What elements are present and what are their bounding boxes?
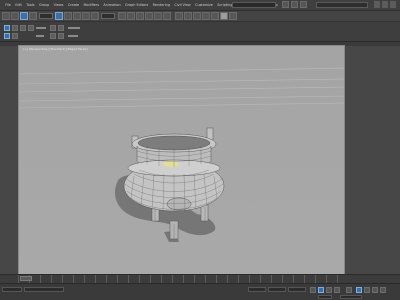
app-window: File Edit Tools Group Views Create Modif…: [0, 0, 400, 300]
ribbon-paint-icon[interactable]: [28, 25, 34, 31]
menu-right-icons: [282, 1, 307, 8]
menu-tools[interactable]: Tools: [24, 0, 37, 10]
ribbon-geometry-icon[interactable]: [12, 33, 18, 39]
z-coordinate-field[interactable]: [288, 287, 306, 292]
ribbon-label: [36, 35, 44, 37]
command-panel-area: [345, 47, 400, 274]
viewport-label[interactable]: [+] [Perspective] [Standard] [Edged Face…: [23, 47, 88, 51]
ribbon-label: [36, 27, 46, 29]
mirror-icon[interactable]: [154, 12, 162, 20]
ribbon-modeling-icon[interactable]: [4, 25, 10, 31]
ribbon: [0, 22, 400, 42]
ribbon-polygon-icon[interactable]: [50, 25, 56, 31]
reference-coord-dropdown[interactable]: [101, 13, 115, 19]
render-setup-icon[interactable]: [211, 12, 219, 20]
maximize-button[interactable]: [382, 1, 388, 8]
material-editor-icon[interactable]: [202, 12, 210, 20]
left-panel: [0, 47, 18, 274]
menu-create[interactable]: Create: [66, 0, 82, 10]
ribbon-edit-icon[interactable]: [4, 33, 10, 39]
timeline-ticks: [18, 275, 345, 283]
menu-graph-editors[interactable]: Graph Editors: [123, 0, 151, 10]
rotate-icon[interactable]: [82, 12, 90, 20]
menu-animation[interactable]: Animation: [101, 0, 123, 10]
main-toolbar: [0, 11, 400, 22]
menu-file[interactable]: File: [3, 0, 13, 10]
x-coordinate-field[interactable]: [248, 287, 266, 292]
menu-civil-view[interactable]: Civil View: [172, 0, 193, 10]
snap-icon[interactable]: [127, 12, 135, 20]
undo-icon[interactable]: [2, 12, 10, 20]
minimize-button[interactable]: [374, 1, 380, 8]
redo-icon[interactable]: [11, 12, 19, 20]
menu-rendering[interactable]: Rendering: [150, 0, 172, 10]
menu-views[interactable]: Views: [51, 0, 65, 10]
next-frame-icon[interactable]: [326, 287, 332, 293]
zoom-icon[interactable]: [356, 287, 362, 293]
render-frame-icon[interactable]: [220, 12, 228, 20]
status-prompt-field: [24, 287, 64, 292]
selection-filter-dropdown[interactable]: [39, 13, 53, 19]
ribbon-freeform-icon[interactable]: [12, 25, 18, 31]
background-lines: [19, 67, 344, 109]
menu-edit[interactable]: Edit: [13, 0, 24, 10]
selected-dropdown[interactable]: [340, 295, 362, 299]
close-button[interactable]: [390, 1, 396, 8]
time-slider[interactable]: [20, 276, 32, 281]
timeline[interactable]: [0, 274, 400, 283]
perspective-viewport[interactable]: [+] [Perspective] [Standard] [Edged Face…: [18, 45, 345, 278]
window-controls: [374, 1, 396, 8]
menu-group[interactable]: Group: [37, 0, 52, 10]
menu-bar: File Edit Tools Group Views Create Modif…: [0, 0, 400, 11]
curve-editor-icon[interactable]: [184, 12, 192, 20]
link-icon[interactable]: [20, 12, 28, 20]
scene-canvas: [19, 67, 344, 242]
auto-key-button[interactable]: [310, 287, 316, 293]
ribbon-selection-icon[interactable]: [20, 25, 26, 31]
select-by-name-icon[interactable]: [64, 12, 72, 20]
user-icon[interactable]: [282, 1, 289, 8]
maximize-viewport-icon[interactable]: [380, 287, 386, 293]
orbit-icon[interactable]: [372, 287, 378, 293]
ribbon-vertex-icon[interactable]: [50, 33, 56, 39]
pan-icon[interactable]: [364, 287, 370, 293]
align-icon[interactable]: [163, 12, 171, 20]
maxscript-listener-field[interactable]: [2, 287, 22, 292]
move-icon[interactable]: [73, 12, 81, 20]
play-icon[interactable]: [318, 287, 324, 293]
status-bar: [0, 283, 400, 300]
select-icon[interactable]: [55, 12, 63, 20]
scale-icon[interactable]: [91, 12, 99, 20]
sign-in-field[interactable]: [232, 2, 276, 8]
workspace-dropdown[interactable]: [316, 2, 368, 8]
help-icon[interactable]: [300, 1, 307, 8]
set-key-field[interactable]: [318, 295, 332, 299]
angle-snap-icon[interactable]: [136, 12, 144, 20]
y-coordinate-field[interactable]: [268, 287, 286, 292]
unlink-icon[interactable]: [29, 12, 37, 20]
ribbon-edge-icon[interactable]: [58, 33, 64, 39]
pivot-icon[interactable]: [118, 12, 126, 20]
menu-customize[interactable]: Customize: [193, 0, 215, 10]
ribbon-label: [68, 35, 78, 37]
last-frame-icon[interactable]: [334, 287, 340, 293]
percent-snap-icon[interactable]: [145, 12, 153, 20]
render-icon[interactable]: [229, 12, 237, 20]
ribbon-label: [68, 27, 80, 29]
ribbon-element-icon[interactable]: [58, 25, 64, 31]
layer-icon[interactable]: [175, 12, 183, 20]
schematic-icon[interactable]: [193, 12, 201, 20]
cart-icon[interactable]: [291, 1, 298, 8]
key-icon[interactable]: [346, 287, 352, 293]
menu-modifiers[interactable]: Modifiers: [81, 0, 101, 10]
